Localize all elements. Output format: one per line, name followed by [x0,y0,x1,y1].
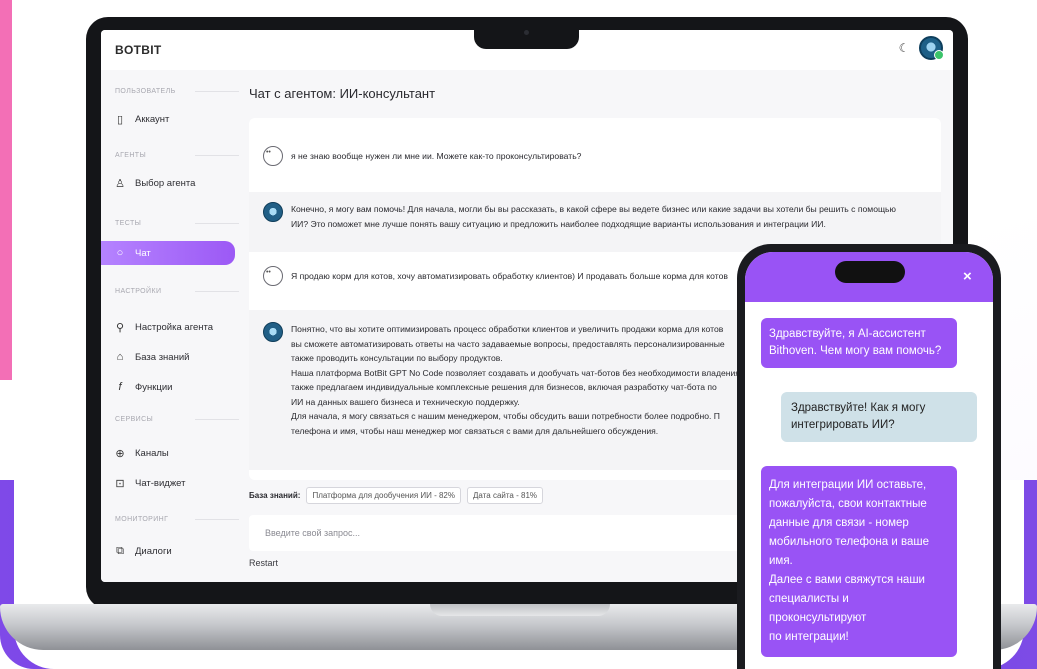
sidebar-item-label: Функции [135,381,173,393]
widget-message-user: Здравствуйте! Как я могу интегрировать И… [781,392,977,442]
sidebar-item-account[interactable]: ▯ Аккаунт [111,108,233,130]
function-icon: f [118,381,122,393]
knowledge-base-label: База знаний: [249,491,301,500]
restart-link[interactable]: Restart [249,558,278,568]
sidebar-item-agent-settings[interactable]: ⚲ Настройка агента [111,316,233,338]
chat-message-user: я не знаю вообще нужен ли мне ии. Можете… [249,146,941,166]
message-line: мобильного телефона и ваше имя. [769,536,929,567]
knowledge-chip[interactable]: Платформа для дообучения ИИ - 82% [306,487,461,504]
sidebar-item-label: Диалоги [135,545,172,557]
sidebar: ПОЛЬЗОВАТЕЛЬ ▯ Аккаунт АГЕНТЫ ♙ Выбор аг… [101,70,241,582]
sidebar-section-label: СЕРВИСЫ [115,416,240,423]
library-icon: ⌂ [116,351,124,363]
sidebar-item-dialogs[interactable]: ⧉ Диалоги [111,540,233,562]
dynamic-island [835,261,905,283]
widget-message-bot: Для интеграции ИИ оставьте, пожалуйста, … [761,466,957,657]
moon-icon[interactable]: ☾ [896,40,912,56]
sidebar-item-chat[interactable]: ○ Чат [101,241,235,265]
sidebar-item-channels[interactable]: ⊕ Каналы [111,442,233,464]
dialogs-icon: ⧉ [116,544,124,557]
sidebar-item-functions[interactable]: f Функции [111,376,233,398]
settings-people-icon: ⚲ [115,321,125,334]
close-icon[interactable]: × [963,268,972,285]
sidebar-item-label: Аккаунт [135,113,170,125]
laptop-lip [430,604,610,616]
message-line: Далее с вами свяжутся наши [769,574,925,586]
sidebar-section-label: ПОЛЬЗОВАТЕЛЬ [115,88,239,95]
agent-icon: ♙ [115,177,125,190]
sidebar-item-label: Чат-виджет [135,477,186,489]
message-line: Здравствуйте, я AI-ассистент [769,328,926,340]
message-text: я не знаю вообще нужен ли мне ии. Можете… [291,146,931,164]
bot-avatar-icon [263,202,283,222]
sidebar-item-agent-select[interactable]: ♙ Выбор агента [111,172,233,194]
message-line: пожалуйста, свои контактные [769,498,927,510]
globe-icon: ⊕ [115,447,125,460]
message-line: по интеграции! [769,631,849,643]
backdrop-pink-strip [0,0,12,380]
message-line: данные для связи - номер [769,517,909,529]
sidebar-section-label: ТЕСТЫ [115,220,241,227]
knowledge-base-row: База знаний: Платформа для дообучения ИИ… [249,487,549,504]
message-line: специалисты и проконсультируют [769,593,867,624]
message-line: Конечно, я могу вам помочь! Для начала, … [291,204,896,214]
message-line: интегрировать ИИ? [791,419,895,431]
user-avatar-icon [263,266,283,286]
sidebar-item-label: Настройка агента [135,321,214,333]
sidebar-item-chat-widget[interactable]: ⊡ Чат-виджет [111,472,233,494]
widget-header: × [745,252,993,302]
user-avatar-icon [263,146,283,166]
widget-message-bot: Здравствуйте, я AI-ассистент Bithoven. Ч… [761,318,957,368]
sidebar-item-label: Выбор агента [135,177,196,189]
bookmark-icon: ▯ [116,113,124,126]
message-line: я не знаю вообще нужен ли мне ии. Можете… [291,151,582,161]
brand-logo[interactable]: BOTBIT [115,43,161,57]
message-line: Bithoven. Чем могу вам помочь? [769,345,942,357]
message-line: Для интеграции ИИ оставьте, [769,479,927,491]
widget-icon: ⊡ [115,477,125,490]
knowledge-chip[interactable]: Дата сайта - 81% [467,487,543,504]
message-line: ИИ? Это поможет мне лучше понять вашу си… [291,218,826,229]
sidebar-section-label: АГЕНТЫ [115,152,240,159]
sidebar-item-label: Каналы [135,447,169,459]
phone-screen: × Здравствуйте, я AI-ассистент Bithoven.… [745,252,993,669]
sidebar-item-label: Чат [135,247,151,259]
message-line: Здравствуйте! Как я могу [791,402,926,414]
sidebar-section-label: МОНИТОРИНГ [115,516,240,523]
chat-bubble-icon: ○ [116,247,124,259]
page-title: Чат с агентом: ИИ-консультант [249,86,436,101]
bot-avatar-icon [263,322,283,342]
robot-avatar-icon[interactable] [919,36,944,60]
sidebar-item-knowledge-base[interactable]: ⌂ База знаний [111,346,233,368]
sidebar-item-label: База знаний [135,351,190,363]
sidebar-section-label: НАСТРОЙКИ [115,288,241,295]
message-text: Конечно, я могу вам помочь! Для начала, … [291,202,931,231]
chat-message-bot: Конечно, я могу вам помочь! Для начала, … [249,192,941,252]
camera-icon [524,30,529,35]
